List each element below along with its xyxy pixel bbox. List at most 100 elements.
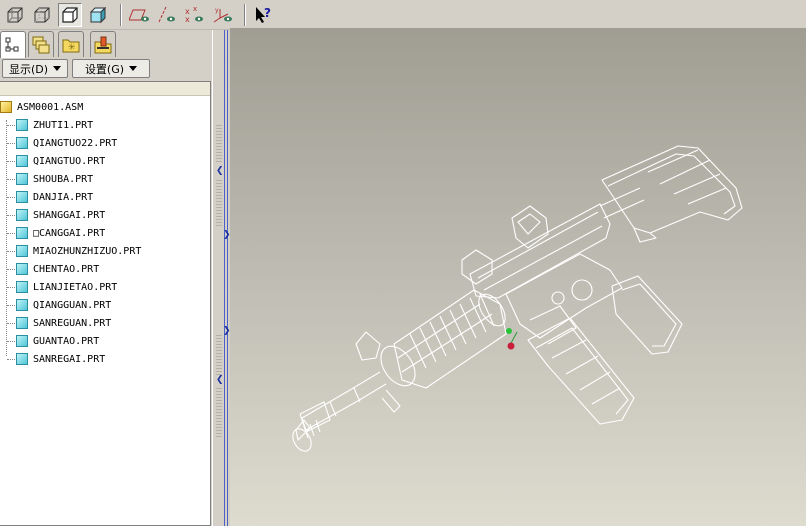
collapse-left-icon[interactable]: ❮ [216, 375, 224, 385]
tree-part-label: QIANGTUO22.PRT [33, 137, 118, 149]
layers-tab[interactable] [28, 31, 54, 57]
tree-part-item[interactable]: SHOUBA.PRT [16, 170, 93, 188]
tree-part-item[interactable]: QIANGTUO.PRT [16, 152, 105, 170]
context-help-icon[interactable]: ? [252, 3, 276, 27]
collapse-left-icon[interactable]: ❮ [216, 166, 224, 176]
folder-browser-tab[interactable]: ✳ [58, 31, 84, 57]
tree-part-label: CHENTAO.PRT [33, 263, 100, 275]
tree-part-label: SANREGAI.PRT [33, 353, 106, 365]
splitter-grip[interactable] [216, 180, 222, 228]
tree-part-label: ZHUTI1.PRT [33, 119, 94, 131]
triad-green-point [506, 328, 512, 334]
datum-point-display-icon[interactable]: xxx [183, 3, 207, 27]
model-tree-tab[interactable] [0, 31, 26, 58]
datum-plane-display-icon[interactable] [128, 3, 152, 27]
tree-branch-line [7, 359, 15, 360]
tree-branch-line [7, 341, 15, 342]
no-hidden-cube-icon[interactable] [58, 3, 82, 27]
rifle-wireframe-model[interactable] [230, 28, 806, 526]
tree-branch-line [7, 143, 15, 144]
splitter-grip[interactable] [216, 388, 222, 438]
part-icon [16, 245, 28, 257]
wireframe-cube-icon[interactable] [3, 3, 27, 27]
coordinate-system-display-icon[interactable]: y [211, 3, 235, 27]
model-tree-header [0, 82, 210, 96]
model-tree-tab-icon [5, 37, 19, 52]
tree-branch-line [7, 125, 15, 126]
settings-menu-button[interactable]: 设置(G) [72, 59, 150, 78]
tree-part-item[interactable]: SANREGAI.PRT [16, 350, 105, 368]
tree-part-item[interactable]: □CANGGAI.PRT [16, 224, 105, 242]
chevron-down-icon [129, 66, 138, 71]
splitter-grip[interactable] [216, 335, 222, 375]
cad-application-window: xxx y ? ✳ 显示(D) 设置(G) ASM0001.ASM ZHUTI1… [0, 0, 806, 526]
part-icon [16, 191, 28, 203]
tree-branch-line [7, 179, 15, 180]
tree-branch-line [7, 215, 15, 216]
toolbar-separator [120, 4, 122, 26]
tree-branch-line [7, 287, 15, 288]
splitter-accent-line [224, 30, 225, 526]
tree-part-label: SANREGUAN.PRT [33, 317, 112, 329]
graphics-viewport[interactable] [230, 28, 806, 526]
model-tree: ASM0001.ASM ZHUTI1.PRT QIANGTUO22.PRT QI… [0, 81, 211, 526]
tree-part-label: QIANGTUO.PRT [33, 155, 106, 167]
tree-branch-line [7, 251, 15, 252]
part-icon [16, 173, 28, 185]
tree-part-item[interactable]: QIANGGUAN.PRT [16, 296, 111, 314]
tree-part-item[interactable]: CHENTAO.PRT [16, 260, 99, 278]
datum-axis-display-icon[interactable] [155, 3, 179, 27]
part-icon [16, 155, 28, 167]
settings-menu-label: 设置(G) [84, 62, 125, 76]
tree-part-item[interactable]: ZHUTI1.PRT [16, 116, 93, 134]
tree-part-item[interactable]: GUANTAO.PRT [16, 332, 99, 350]
tree-part-label: GUANTAO.PRT [33, 335, 100, 347]
part-icon [16, 281, 28, 293]
svg-text:✳: ✳ [68, 43, 76, 53]
tree-part-item[interactable]: DANJIA.PRT [16, 188, 93, 206]
svg-text:x: x [185, 15, 190, 24]
triad-red-point [507, 342, 515, 350]
splitter-accent-line [227, 30, 228, 526]
part-icon [16, 227, 28, 239]
folder-browser-tab-icon: ✳ [62, 39, 80, 53]
layers-tab-icon [32, 36, 50, 53]
favorites-tab[interactable] [90, 31, 116, 57]
tree-branch-line [7, 233, 15, 234]
navigator-tabstrip: ✳ [0, 30, 212, 58]
tree-part-label: □CANGGAI.PRT [33, 227, 106, 239]
navigator-menubar: 显示(D) 设置(G) [0, 59, 212, 79]
tree-part-label: LIANJIETAO.PRT [33, 281, 118, 293]
navigator-panel: ✳ 显示(D) 设置(G) ASM0001.ASM ZHUTI1.PRT QIA… [0, 30, 212, 526]
tree-part-item[interactable]: LIANJIETAO.PRT [16, 278, 117, 296]
part-icon [16, 137, 28, 149]
display-menu-button[interactable]: 显示(D) [2, 59, 68, 78]
display-menu-label: 显示(D) [8, 62, 49, 76]
favorites-tab-icon [94, 36, 112, 53]
part-icon [16, 119, 28, 131]
part-icon [16, 263, 28, 275]
hidden-line-cube-icon[interactable] [30, 3, 54, 27]
svg-text:y: y [215, 7, 219, 14]
tree-part-item[interactable]: QIANGTUO22.PRT [16, 134, 117, 152]
svg-text:?: ? [264, 6, 271, 20]
tree-branch-line [7, 197, 15, 198]
tree-part-label: SHANGGAI.PRT [33, 209, 106, 221]
tree-branch-line [7, 161, 15, 162]
panel-splitter[interactable]: ❮ ❯ ❯ ❮ [212, 30, 231, 526]
tree-part-label: MIAOZHUNZHIZUO.PRT [33, 245, 142, 257]
tree-part-item[interactable]: SHANGGAI.PRT [16, 206, 105, 224]
tree-branch-line [7, 323, 15, 324]
shaded-cube-icon[interactable] [86, 3, 110, 27]
toolbar-separator [244, 4, 246, 26]
part-icon [16, 209, 28, 221]
tree-part-label: DANJIA.PRT [33, 191, 94, 203]
tree-root-assembly[interactable]: ASM0001.ASM [0, 98, 83, 116]
tree-part-item[interactable]: SANREGUAN.PRT [16, 314, 111, 332]
part-icon [16, 299, 28, 311]
tree-branch-line [7, 269, 15, 270]
splitter-grip[interactable] [216, 125, 222, 163]
tree-part-label: SHOUBA.PRT [33, 173, 94, 185]
part-icon [16, 317, 28, 329]
tree-part-item[interactable]: MIAOZHUNZHIZUO.PRT [16, 242, 141, 260]
